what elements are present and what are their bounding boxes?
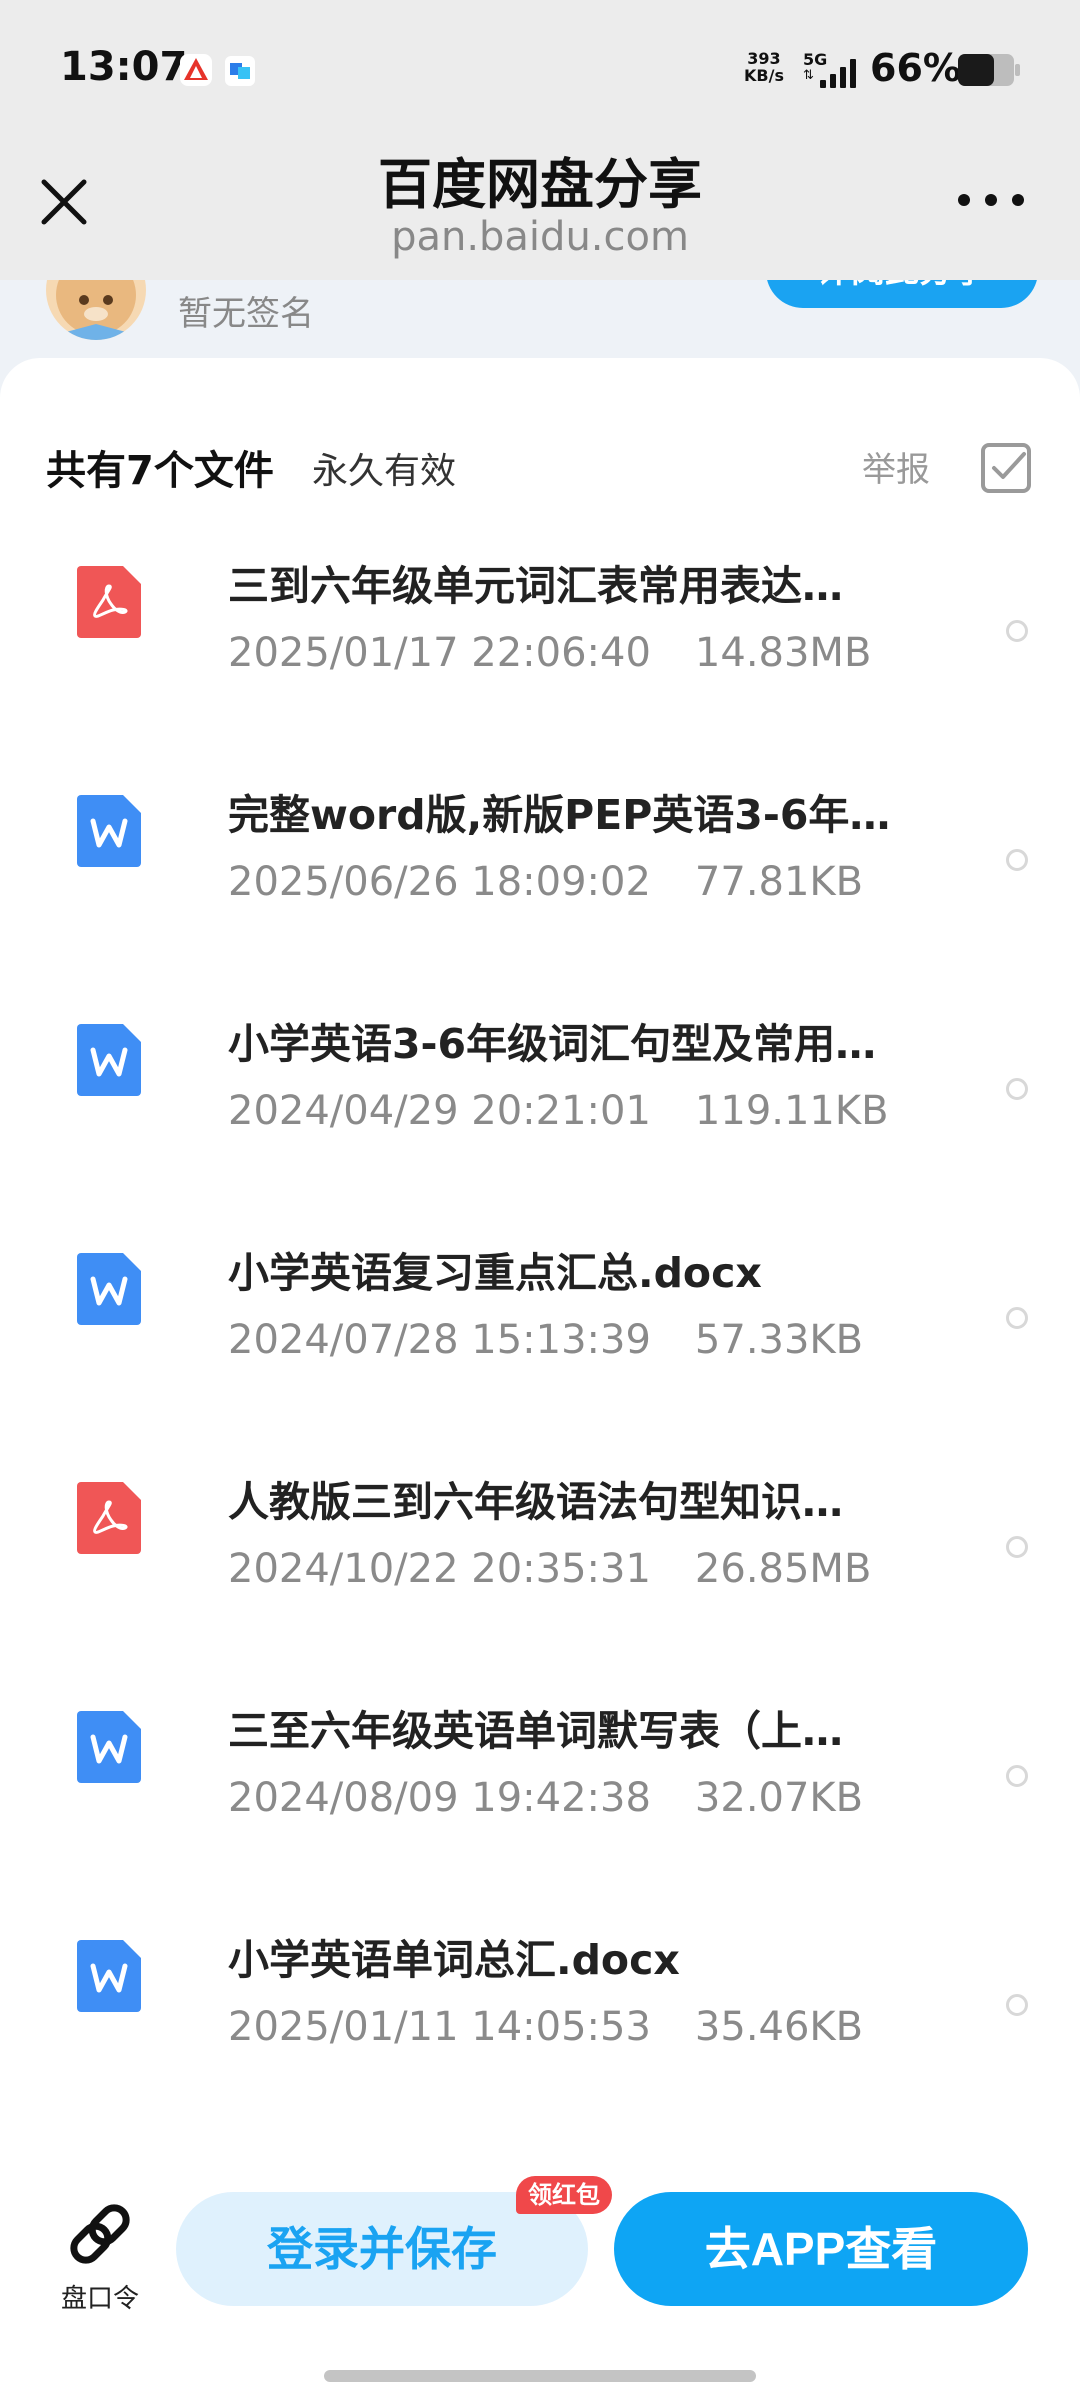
file-row[interactable]: 小学英语3-6年级词汇句型及常用… 2024/04/29 20:21:01 119.…: [0, 986, 1080, 1215]
file-row[interactable]: 小学英语复习重点汇总.docx 2024/07/28 15:13:39 57.33K…: [0, 1215, 1080, 1444]
file-count: 共有7个文件: [46, 448, 274, 494]
view-share-button[interactable]: 评阅此分享: [766, 280, 1038, 308]
file-meta: 2025/06/26 18:09:02 77.81KB: [228, 859, 863, 905]
file-size: 32.07KB: [694, 1775, 864, 1821]
file-list: 三到六年级单元词汇表常用表达… 2025/01/17 22:06:40 14.83M…: [0, 528, 1080, 2131]
network-speed-unit: KB/s: [744, 66, 784, 85]
file-datetime: 2024/07/28 15:13:39: [228, 1317, 651, 1363]
status-time: 13:07: [60, 44, 188, 90]
bottom-action-bar: 盘口令 登录并保存 领红包 去APP查看: [0, 2158, 1080, 2400]
sharer-signature: 暂无签名: [178, 294, 314, 334]
file-meta: 2024/04/29 20:21:01 119.11KB: [228, 1088, 889, 1134]
file-row[interactable]: 人教版三到六年级语法句型知识… 2024/10/22 20:35:31 26.85M…: [0, 1444, 1080, 1673]
file-size: 77.81KB: [694, 859, 864, 905]
network-speed-value: 393: [747, 49, 781, 68]
avatar: [46, 280, 146, 340]
red-packet-badge: 领红包: [516, 2176, 612, 2214]
signal-icon: [820, 59, 856, 88]
share-code-button[interactable]: 盘口令: [50, 2198, 150, 2314]
file-name: 完整word版,新版PEP英语3-6年…: [228, 791, 891, 839]
open-app-button[interactable]: 去APP查看: [614, 2192, 1028, 2306]
validity-text: 永久有效: [312, 451, 457, 492]
file-row[interactable]: 三至六年级英语单词默写表（上… 2024/08/09 19:42:38 32.07K…: [0, 1673, 1080, 1902]
page-domain: pan.baidu.com: [391, 214, 689, 260]
status-bar: 13:07 393 KB/s 5G ⇅ 66%: [0, 0, 1080, 140]
file-datetime: 2025/06/26 18:09:02: [228, 859, 651, 905]
file-datetime: 2024/10/22 20:35:31: [228, 1546, 651, 1592]
nav-bar: 百度网盘分享 pan.baidu.com: [0, 140, 1080, 280]
file-datetime: 2024/08/09 19:42:38: [228, 1775, 651, 1821]
file-datetime: 2025/01/11 14:05:53: [228, 2004, 651, 2050]
battery-icon: [958, 54, 1020, 86]
file-row[interactable]: 三到六年级单元词汇表常用表达… 2025/01/17 22:06:40 14.83M…: [0, 528, 1080, 757]
file-row[interactable]: 完整word版,新版PEP英语3-6年… 2025/06/26 18:09:02 7…: [0, 757, 1080, 986]
file-meta: 2025/01/17 22:06:40 14.83MB: [228, 630, 871, 676]
file-size: 14.83MB: [694, 630, 872, 676]
file-size: 57.33KB: [694, 1317, 864, 1363]
file-meta: 2024/07/28 15:13:39 57.33KB: [228, 1317, 863, 1363]
file-select-radio[interactable]: [1006, 620, 1028, 642]
word-file-icon: [77, 1711, 141, 1783]
word-file-icon: [77, 1024, 141, 1096]
report-link[interactable]: 举报: [862, 442, 930, 491]
file-name: 小学英语单词总汇.docx: [228, 1936, 680, 1984]
network-speed: 393 KB/s: [744, 50, 784, 84]
file-list-card: 共有7个文件 永久有效 举报 三到六年级单元词汇表常用表达… 2025/01/17…: [0, 358, 1080, 2158]
pdf-file-icon: [77, 566, 141, 638]
file-meta: 2024/10/22 20:35:31 26.85MB: [228, 1546, 871, 1592]
word-file-icon: [77, 795, 141, 867]
file-select-radio[interactable]: [1006, 1994, 1028, 2016]
file-select-radio[interactable]: [1006, 1078, 1028, 1100]
file-name: 小学英语3-6年级词汇句型及常用…: [228, 1020, 877, 1068]
file-select-radio[interactable]: [1006, 1765, 1028, 1787]
file-select-radio[interactable]: [1006, 1536, 1028, 1558]
file-name: 三至六年级英语单词默写表（上…: [228, 1707, 843, 1755]
avatar-image: [56, 280, 136, 340]
file-size: 35.46KB: [694, 2004, 864, 2050]
data-activity-icon: ⇅: [803, 68, 814, 83]
file-size: 119.11KB: [694, 1088, 889, 1134]
file-select-radio[interactable]: [1006, 1307, 1028, 1329]
file-size: 26.85MB: [694, 1546, 872, 1592]
word-file-icon: [77, 1940, 141, 2012]
link-icon: [70, 2204, 130, 2264]
pdf-file-icon: [77, 1482, 141, 1554]
battery-percent: 66%: [870, 46, 961, 90]
file-row[interactable]: 小学英语单词总汇.docx 2025/01/11 14:05:53 35.46KB: [0, 1902, 1080, 2131]
file-select-radio[interactable]: [1006, 849, 1028, 871]
multi-select-checkbox-icon[interactable]: [980, 442, 1032, 494]
home-indicator[interactable]: [324, 2370, 756, 2382]
share-code-label: 盘口令: [60, 2284, 139, 2314]
more-icon[interactable]: [956, 188, 1026, 212]
file-meta: 2024/08/09 19:42:38 32.07KB: [228, 1775, 863, 1821]
file-datetime: 2024/04/29 20:21:01: [228, 1088, 651, 1134]
app-notification-icon: [180, 54, 212, 86]
page-title: 百度网盘分享: [378, 153, 702, 216]
file-name: 三到六年级单元词汇表常用表达…: [228, 562, 843, 610]
file-name: 人教版三到六年级语法句型知识…: [228, 1478, 843, 1526]
file-datetime: 2025/01/17 22:06:40: [228, 630, 651, 676]
file-meta: 2025/01/11 14:05:53 35.46KB: [228, 2004, 863, 2050]
file-name: 小学英语复习重点汇总.docx: [228, 1249, 762, 1297]
app-notification-icon-2: [225, 56, 255, 86]
word-file-icon: [77, 1253, 141, 1325]
